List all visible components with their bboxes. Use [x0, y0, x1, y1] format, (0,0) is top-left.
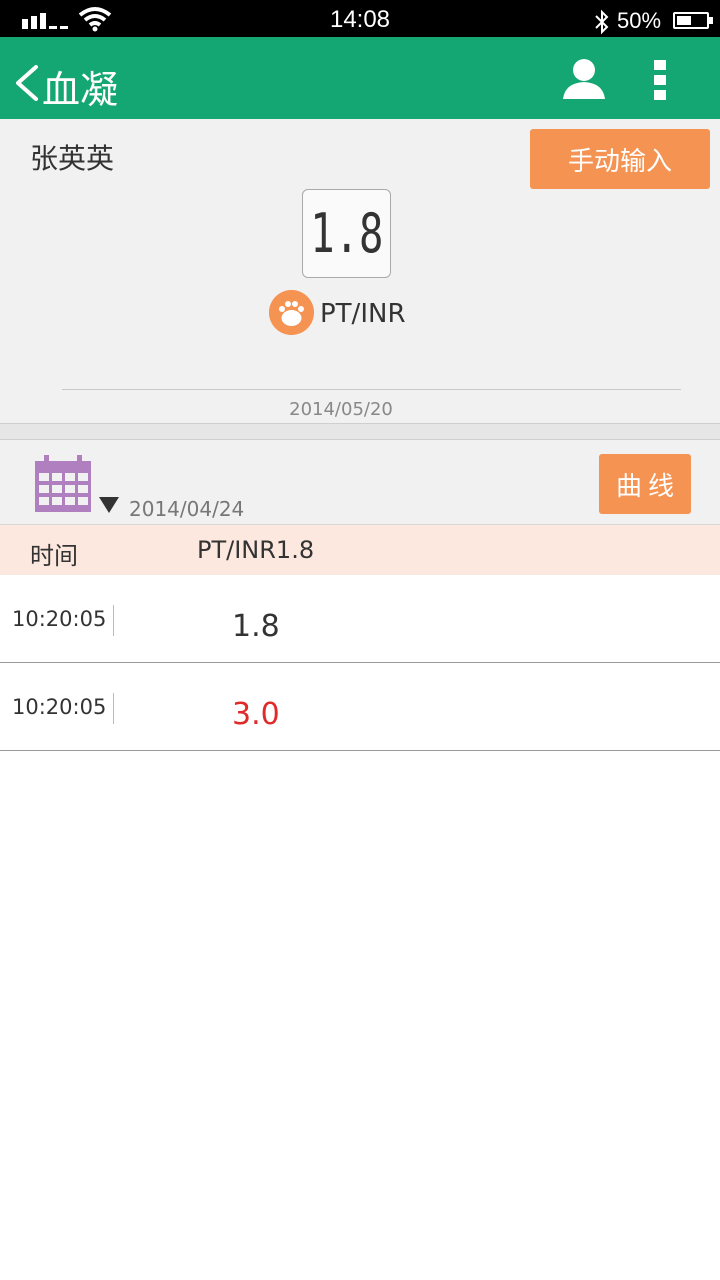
row-value: 1.8: [232, 609, 280, 644]
row-time: 10:20:05: [12, 607, 107, 631]
reading-date: 2014/05/20: [289, 399, 393, 420]
reading-display: 1.8: [302, 189, 391, 278]
table-row[interactable]: 10:20:05 1.8: [0, 575, 720, 663]
divider: [62, 389, 681, 390]
status-bar: 14:08 50%: [0, 0, 720, 37]
table-row[interactable]: 10:20:05 3.0: [0, 663, 720, 751]
calendar-icon[interactable]: [34, 455, 92, 513]
filter-date[interactable]: 2014/04/24: [129, 497, 244, 521]
status-time: 14:08: [329, 6, 391, 33]
row-time: 10:20:05: [12, 695, 107, 719]
reading-value: 1.8: [309, 202, 384, 265]
column-header-time: 时间: [30, 542, 78, 570]
person-icon[interactable]: [561, 57, 607, 101]
paw-icon: [269, 290, 314, 335]
patient-name: 张英英: [30, 142, 115, 175]
page-title: 血凝: [42, 68, 119, 112]
row-separator: [113, 693, 114, 724]
table-header: 时间 PT/INR1.8: [0, 525, 720, 575]
dropdown-triangle-icon[interactable]: [99, 497, 119, 513]
row-separator: [113, 605, 114, 636]
more-vertical-icon[interactable]: [654, 60, 668, 105]
app-header: 血凝: [0, 37, 720, 119]
battery-level: [677, 16, 691, 25]
back-arrow-icon[interactable]: [12, 63, 42, 103]
latest-reading-panel: 张英英 手动输入 1.8 PT/INR 2014/05/20: [0, 119, 720, 424]
manual-input-button[interactable]: 手动输入: [530, 129, 710, 189]
battery-percent: 50%: [617, 8, 662, 33]
bluetooth-icon: [595, 9, 609, 35]
curve-button[interactable]: 曲线: [599, 454, 691, 514]
row-value-high: 3.0: [232, 697, 280, 732]
date-filter-bar: 2014/04/24 曲线: [0, 440, 720, 525]
battery-icon: [673, 12, 713, 29]
section-gap: [0, 424, 720, 440]
column-header-value: PT/INR1.8: [197, 536, 315, 564]
test-type-label: PT/INR: [320, 299, 406, 329]
